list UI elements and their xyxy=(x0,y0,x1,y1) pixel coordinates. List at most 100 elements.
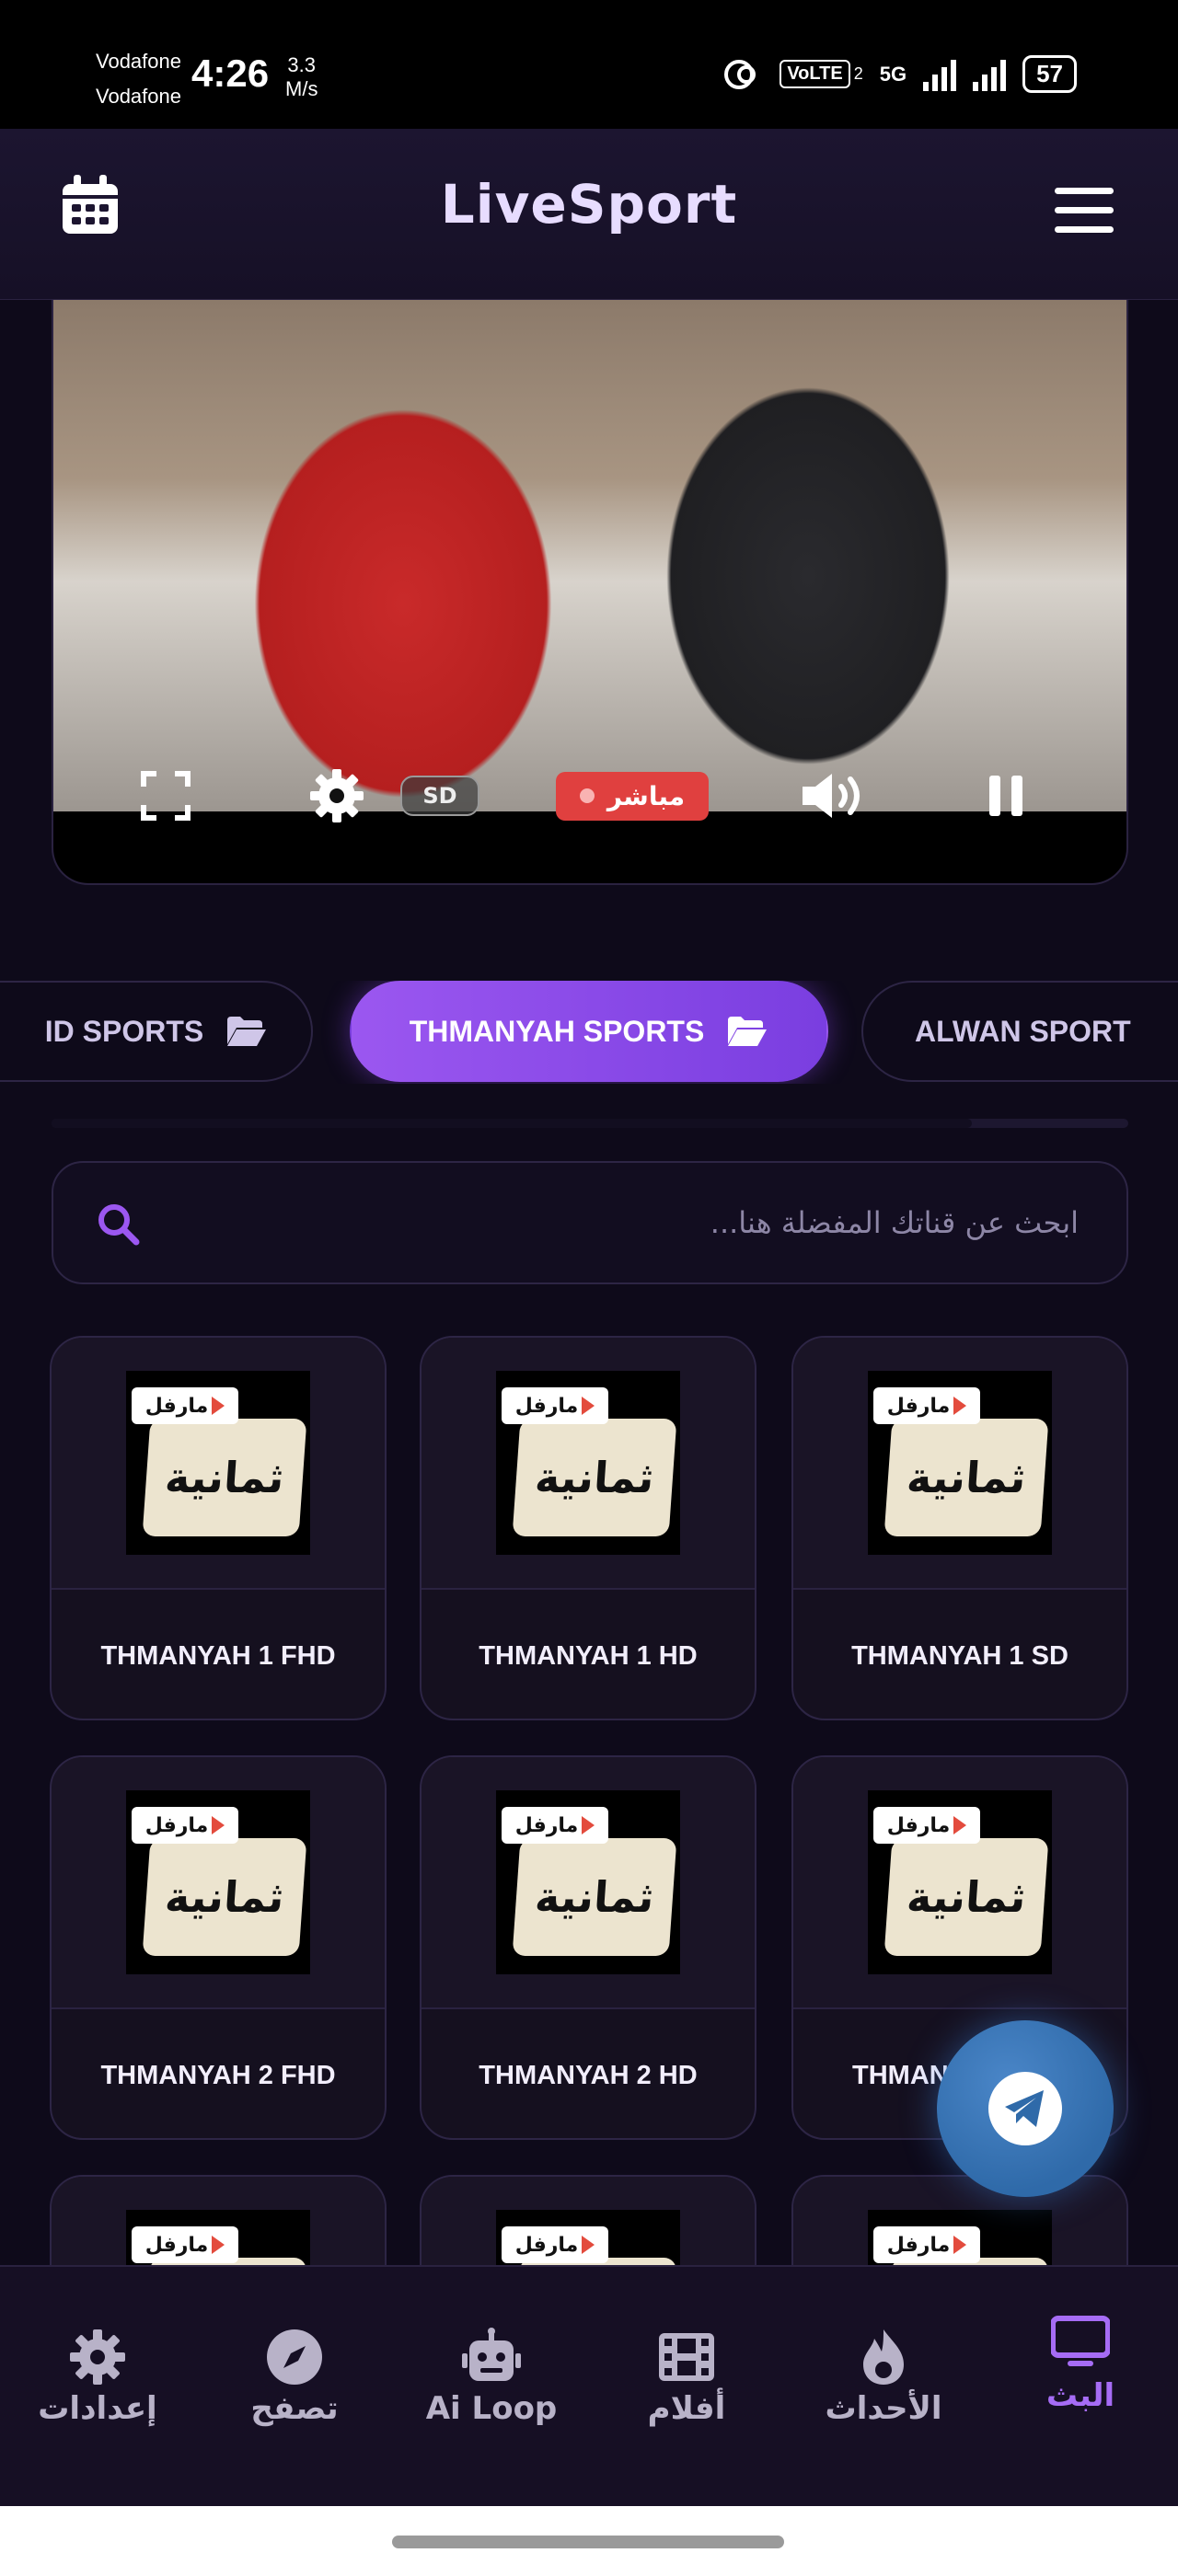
channel-logo: ثمانية مارفل xyxy=(496,1790,680,1974)
channel-logo: ثمانية مارفل xyxy=(496,2210,680,2265)
volte-badge: VoLTE xyxy=(780,60,850,88)
channel-card[interactable]: ثمانية مارفل THMANYAH 2 HD xyxy=(420,1755,756,2140)
logo-name: ثمانية xyxy=(142,1838,307,1956)
carrier-2: Vodafone xyxy=(96,85,181,108)
tab-category-2[interactable]: ALWAN SPORT xyxy=(861,981,1178,1082)
network-type: 5G xyxy=(879,62,907,86)
channel-logo: ثمانية مارفل xyxy=(868,2210,1052,2265)
app-title: LiveSport xyxy=(440,173,738,236)
carrier-1: Vodafone xyxy=(96,50,181,73)
channel-thumb: ثمانية مارفل xyxy=(52,1338,385,1588)
channel-logo: ثمانية مارفل xyxy=(868,1371,1052,1555)
fullscreen-icon[interactable] xyxy=(138,754,193,837)
channel-card[interactable]: ثمانية مارفل xyxy=(420,2175,756,2265)
logo-name: ثمانية xyxy=(142,1419,307,1536)
channel-thumb: ثمانية مارفل xyxy=(793,2177,1126,2265)
folder-icon xyxy=(227,1017,267,1046)
channel-thumb: ثمانية مارفل xyxy=(793,1338,1126,1588)
bottom-nav: إعدادات تصفح Ai Loop أفلام الأحداث البث xyxy=(0,2265,1178,2506)
nav-item-events[interactable]: الأحداث xyxy=(791,2267,976,2508)
tab-category-1[interactable]: THMANYAH SPORTS xyxy=(350,981,828,1082)
nav-label: إعدادات xyxy=(38,2390,157,2427)
quality-label: SD xyxy=(400,776,479,816)
volume-icon[interactable] xyxy=(797,754,872,837)
tab-label: ALWAN SPORT xyxy=(915,1014,1131,1048)
fire-icon xyxy=(863,2329,904,2385)
channel-thumb: ثمانية مارفل xyxy=(422,1338,755,1588)
play-arrow-icon xyxy=(212,2236,225,2254)
channel-card[interactable]: ثمانية مارفل THMANYAH 1 FHD xyxy=(50,1336,387,1720)
logo-name: ثمانية xyxy=(884,1838,1049,1956)
channel-logo: ثمانية مارفل xyxy=(496,1371,680,1555)
logo-tag-text: مارفل xyxy=(514,2233,579,2257)
channel-card[interactable]: ثمانية مارفل xyxy=(791,2175,1128,2265)
clock: 4:26 xyxy=(191,52,270,95)
nav-label: Ai Loop xyxy=(425,2390,558,2427)
logo-tag-text: مارفل xyxy=(144,1813,209,1837)
home-indicator[interactable] xyxy=(392,2536,784,2548)
channel-card[interactable]: ثمانية مارفل xyxy=(50,2175,387,2265)
play-arrow-icon xyxy=(953,1816,967,1834)
play-arrow-icon xyxy=(953,2236,967,2254)
robot-icon xyxy=(462,2328,521,2381)
compass-icon xyxy=(267,2329,322,2385)
search-icon[interactable] xyxy=(94,1200,144,1249)
tabs-scrollbar[interactable] xyxy=(52,1119,1128,1128)
logo-tag: مارفل xyxy=(873,1807,980,1844)
channel-name: THMANYAH 1 HD xyxy=(479,1640,698,1671)
channel-name: THMANYAH 2 FHD xyxy=(100,2060,336,2090)
tab-category-0[interactable]: ID SPORTS xyxy=(0,981,313,1082)
play-arrow-icon xyxy=(212,1816,225,1834)
logo-tag-text: مارفل xyxy=(886,1813,951,1837)
telegram-button[interactable] xyxy=(937,2020,1114,2197)
logo-tag: مارفل xyxy=(502,1387,608,1424)
quality-button[interactable]: SD xyxy=(394,754,486,837)
logo-name: ثمانية xyxy=(884,1419,1049,1536)
nav-item-settings[interactable]: إعدادات xyxy=(6,2267,190,2508)
video-frame[interactable] xyxy=(53,300,1126,811)
logo-tag-text: مارفل xyxy=(886,1394,951,1418)
carrier-names: Vodafone Vodafone xyxy=(96,44,181,114)
channel-thumb: ثمانية مارفل xyxy=(422,1757,755,2007)
channel-card[interactable]: ثمانية مارفل THMANYAH 1 SD xyxy=(791,1336,1128,1720)
logo-tag-text: مارفل xyxy=(144,2233,209,2257)
channel-name: THMANYAH 1 FHD xyxy=(100,1640,336,1671)
logo-name: ثمانية xyxy=(512,1838,677,1956)
search-bar xyxy=(52,1161,1128,1284)
nav-item-movies[interactable]: أفلام xyxy=(595,2267,779,2508)
logo-tag-text: مارفل xyxy=(886,2233,951,2257)
pause-icon[interactable] xyxy=(983,754,1029,837)
live-badge: مباشر xyxy=(543,754,722,837)
play-arrow-icon xyxy=(212,1397,225,1415)
channel-logo: ثمانية مارفل xyxy=(126,1371,310,1555)
channel-card[interactable]: ثمانية مارفل THMANYAH 2 FHD xyxy=(50,1755,387,2140)
live-dot xyxy=(579,788,595,803)
settings-icon[interactable] xyxy=(306,754,368,837)
status-icons: VoLTE 2 5G 57 xyxy=(722,55,1077,93)
channel-thumb: ثمانية مارفل xyxy=(793,1757,1126,2007)
channel-thumb: ثمانية مارفل xyxy=(422,2177,755,2265)
nav-label: أفلام xyxy=(647,2390,726,2427)
channel-card[interactable]: ثمانية مارفل THMANYAH 1 HD xyxy=(420,1336,756,1720)
logo-tag-text: مارفل xyxy=(514,1813,579,1837)
logo-tag-text: مارفل xyxy=(514,1394,579,1418)
channel-logo: ثمانية مارفل xyxy=(126,2210,310,2265)
film-icon xyxy=(659,2333,714,2381)
app-header: LiveSport xyxy=(0,129,1178,300)
status-bar: Vodafone Vodafone 4:26 3.3 M/s VoLTE 2 5… xyxy=(0,0,1178,129)
logo-tag: مارفل xyxy=(873,2226,980,2263)
search-input[interactable] xyxy=(250,1163,1079,1282)
logo-tag: مارفل xyxy=(502,1807,608,1844)
tv-icon xyxy=(1051,2316,1110,2366)
logo-tag: مارفل xyxy=(873,1387,980,1424)
signal-icon xyxy=(923,58,957,91)
nav-item-browse[interactable]: تصفح xyxy=(202,2267,387,2508)
net-speed: 3.3 M/s xyxy=(285,53,318,101)
nav-item-ai-loop[interactable]: Ai Loop xyxy=(399,2267,583,2508)
logo-tag: مارفل xyxy=(132,1807,238,1844)
nav-item-stream[interactable]: البث xyxy=(988,2267,1172,2508)
gear-icon xyxy=(70,2329,125,2385)
menu-icon[interactable] xyxy=(1055,188,1114,234)
logo-name: ثمانية xyxy=(512,1419,677,1536)
channel-name: THMANYAH 2 HD xyxy=(479,2060,698,2090)
